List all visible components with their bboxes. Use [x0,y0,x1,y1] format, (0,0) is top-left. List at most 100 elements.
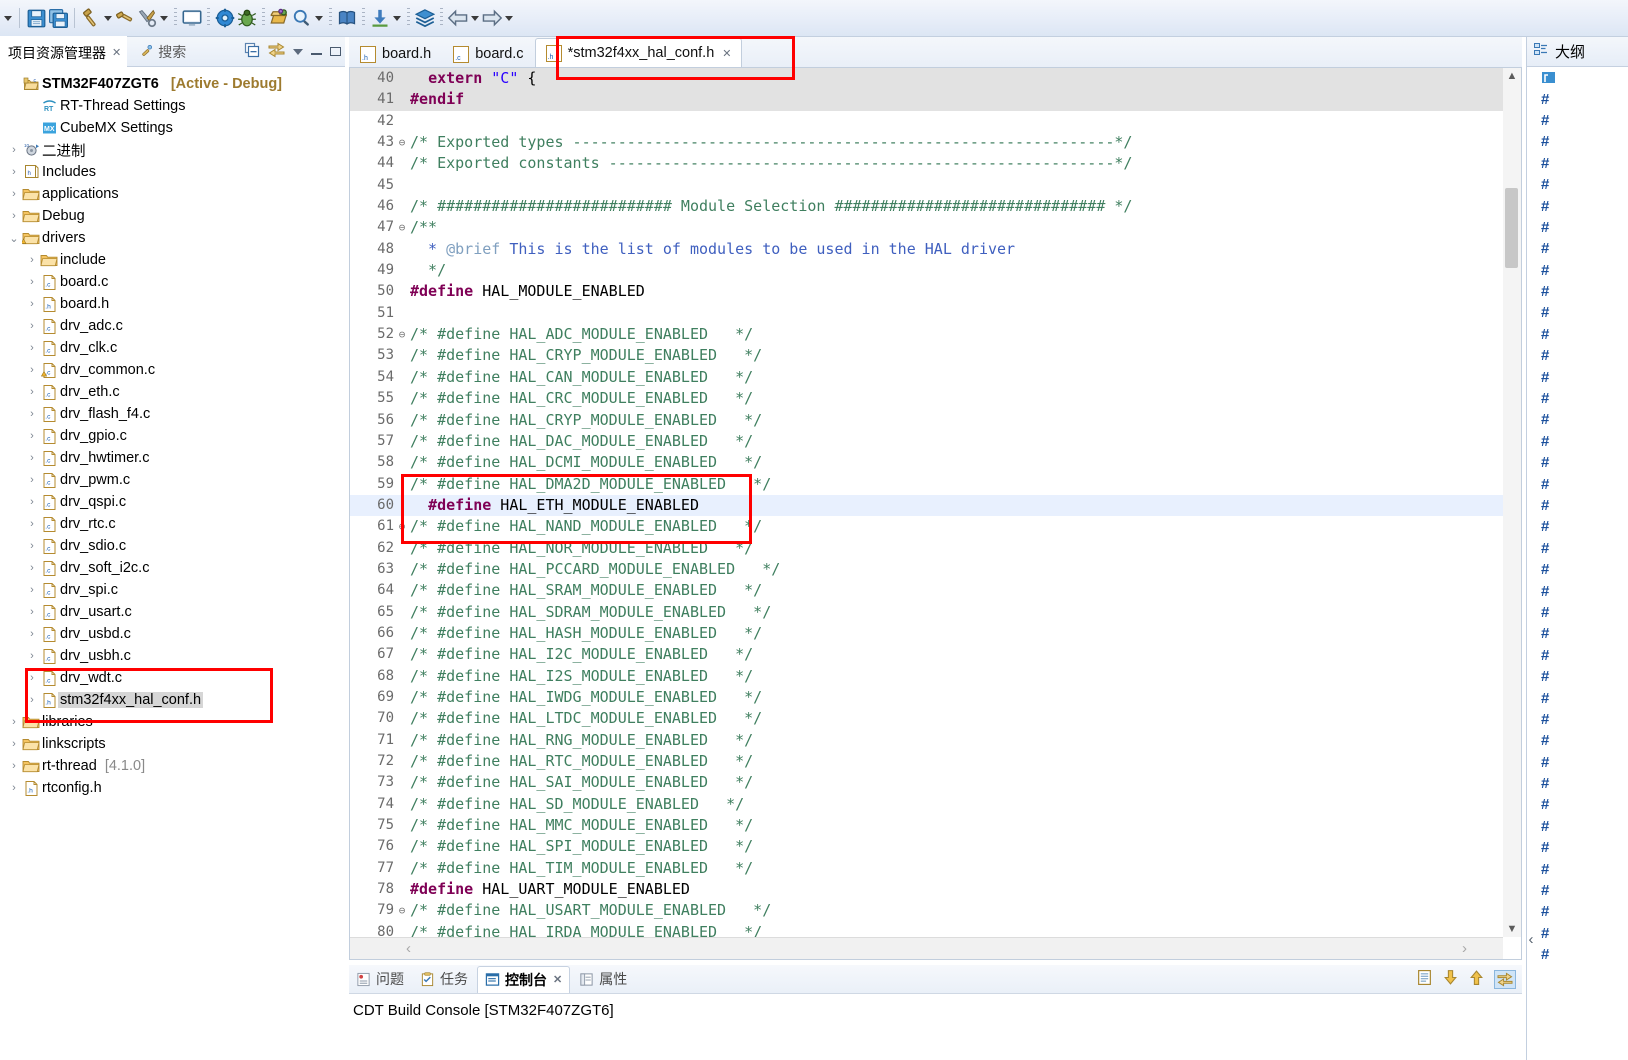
fold-toggle-icon[interactable]: ⊖ [396,900,408,921]
scroll-right-arrow-icon[interactable]: › [1462,940,1467,957]
code-line[interactable]: 46 /* ########################## Module S… [350,196,1503,217]
collapsed-arrow-icon[interactable]: › [24,540,40,552]
layers-icon[interactable] [414,7,436,29]
outline-item[interactable]: # [1527,687,1628,708]
collapsed-arrow-icon[interactable]: › [24,320,40,332]
code-line[interactable]: 50 #define HAL_MODULE_ENABLED [350,281,1503,302]
code-line[interactable]: 68 /* #define HAL_I2S_MODULE_ENABLED */ [350,666,1503,687]
tab-search[interactable]: 搜索 [127,37,196,66]
code-line[interactable]: 79 ⊖/* #define HAL_USART_MODULE_ENABLED *… [350,900,1503,921]
collapsed-arrow-icon[interactable]: › [6,716,22,728]
download-icon[interactable] [369,7,391,29]
outline-root-item[interactable] [1527,67,1628,88]
tools-dropdown-arrow[interactable] [158,7,170,29]
tree-item-stm32f4xx-hal-conf-h[interactable]: › .h stm32f4xx_hal_conf.h [0,689,345,711]
code-line[interactable]: 49 */ [350,260,1503,281]
tree-item-drv-wdt-c[interactable]: › .c drv_wdt.c [0,667,345,689]
code-line[interactable]: 41 #endif [350,89,1503,111]
collapsed-arrow-icon[interactable]: › [24,408,40,420]
outline-item[interactable]: # [1527,409,1628,430]
vertical-scroll-thumb[interactable] [1505,188,1518,268]
outline-item[interactable]: # [1527,923,1628,944]
outline-item[interactable]: # [1527,388,1628,409]
minimize-icon[interactable] [311,49,322,55]
outline-item[interactable]: # [1527,752,1628,773]
close-icon[interactable]: ✕ [553,973,562,986]
tree-item-stm32f407zgt6[interactable]: c STM32F407ZGT6 [Active - Debug] [0,73,345,95]
outline-item[interactable]: # [1527,602,1628,623]
code-line[interactable]: 64 /* #define HAL_SRAM_MODULE_ENABLED */ [350,580,1503,601]
code-line[interactable]: 52 ⊖/* #define HAL_ADC_MODULE_ENABLED */ [350,324,1503,345]
collapse-left-arrow-icon[interactable]: ‹ [1522,930,1540,950]
console-tab-problems[interactable]: 问题 [349,967,411,991]
console-tab-properties[interactable]: 属性 [572,967,634,991]
code-line[interactable]: 69 /* #define HAL_IWDG_MODULE_ENABLED */ [350,687,1503,708]
tree-item-drv-gpio-c[interactable]: › .c drv_gpio.c [0,425,345,447]
outline-item[interactable]: # [1527,880,1628,901]
outline-item[interactable]: # [1527,666,1628,687]
book-icon[interactable] [336,7,358,29]
tree-item-drv-usbh-c[interactable]: › .c drv_usbh.c [0,645,345,667]
outline-item[interactable]: # [1527,366,1628,387]
code-line[interactable]: 63 /* #define HAL_PCCARD_MODULE_ENABLED *… [350,559,1503,580]
outline-item[interactable]: # [1527,858,1628,879]
collapsed-arrow-icon[interactable]: › [24,672,40,684]
console-tab-tasks[interactable]: 任务 [413,967,475,991]
search-dropdown-arrow[interactable] [313,7,325,29]
tree-item-includes[interactable]: › h Includes [0,161,345,183]
collapsed-arrow-icon[interactable]: › [24,650,40,662]
code-line[interactable]: 56 /* #define HAL_CRYP_MODULE_ENABLED */ [350,410,1503,431]
bug-icon[interactable] [236,7,258,29]
tree-item-rtconfig-h[interactable]: › .h rtconfig.h [0,777,345,799]
pin-console-icon[interactable] [1494,969,1516,989]
code-line[interactable]: 40 extern "C" { [350,68,1503,90]
tree-item-applications[interactable]: › applications [0,183,345,205]
collapsed-arrow-icon[interactable]: › [6,144,22,156]
collapsed-arrow-icon[interactable]: › [6,188,22,200]
tree-item-linkscripts[interactable]: › linkscripts [0,733,345,755]
clear-console-icon[interactable] [1416,969,1433,989]
code-line[interactable]: 67 /* #define HAL_I2C_MODULE_ENABLED */ [350,644,1503,665]
outline-item[interactable]: # [1527,431,1628,452]
collapsed-arrow-icon[interactable]: › [24,342,40,354]
tree-item-drv-soft-i2c-c[interactable]: › .c drv_soft_i2c.c [0,557,345,579]
code-line[interactable]: 61 ⊖/* #define HAL_NAND_MODULE_ENABLED */ [350,516,1503,537]
editor-vertical-scrollbar[interactable]: ▲ ▼ [1503,68,1521,937]
forward-dropdown-arrow[interactable] [503,7,515,29]
tree-item-drv-spi-c[interactable]: › .c drv_spi.c [0,579,345,601]
outline-item[interactable]: # [1527,495,1628,516]
outline-item[interactable]: # [1527,645,1628,666]
code-line[interactable]: 51 [350,303,1503,324]
scroll-up-arrow-icon[interactable]: ▲ [1503,68,1521,84]
collapsed-arrow-icon[interactable]: › [24,452,40,464]
outline-item[interactable]: # [1527,538,1628,559]
code-line[interactable]: 54 /* #define HAL_CAN_MODULE_ENABLED */ [350,367,1503,388]
collapsed-arrow-icon[interactable]: › [24,518,40,530]
tree-item-drivers[interactable]: ⌄ drivers [0,227,345,249]
code-line[interactable]: 72 /* #define HAL_RTC_MODULE_ENABLED */ [350,751,1503,772]
collapsed-arrow-icon[interactable]: › [24,254,40,266]
close-icon[interactable]: ✕ [722,47,731,60]
collapsed-arrow-icon[interactable]: › [24,694,40,706]
outline-item[interactable]: # [1527,944,1628,965]
code-line[interactable]: 55 /* #define HAL_CRC_MODULE_ENABLED */ [350,388,1503,409]
outline-item[interactable]: # [1527,281,1628,302]
outline-item[interactable]: # [1527,260,1628,281]
back-dropdown-arrow[interactable] [469,7,481,29]
outline-item[interactable]: # [1527,901,1628,922]
tree-item-drv-adc-c[interactable]: › .c drv_adc.c [0,315,345,337]
tree-item-drv-usbd-c[interactable]: › .c drv_usbd.c [0,623,345,645]
outline-item[interactable]: # [1527,195,1628,216]
collapsed-arrow-icon[interactable]: › [24,298,40,310]
tree-item-cubemx-settings[interactable]: MX CubeMX Settings [0,117,345,139]
tab-project-explorer[interactable]: 项目资源管理器 ✕ [0,36,128,67]
tree-item-debug[interactable]: › Debug [0,205,345,227]
collapsed-arrow-icon[interactable]: › [24,562,40,574]
code-line[interactable]: 78 #define HAL_UART_MODULE_ENABLED [350,879,1503,900]
code-line[interactable]: 76 /* #define HAL_SPI_MODULE_ENABLED */ [350,836,1503,857]
code-line[interactable]: 57 /* #define HAL_DAC_MODULE_ENABLED */ [350,431,1503,452]
tree-item-drv-common-c[interactable]: › .c drv_common.c [0,359,345,381]
outline-item[interactable]: # [1527,131,1628,152]
outline-item[interactable]: # [1527,794,1628,815]
code-line[interactable]: 80 /* #define HAL_IRDA_MODULE_ENABLED */ [350,922,1503,937]
